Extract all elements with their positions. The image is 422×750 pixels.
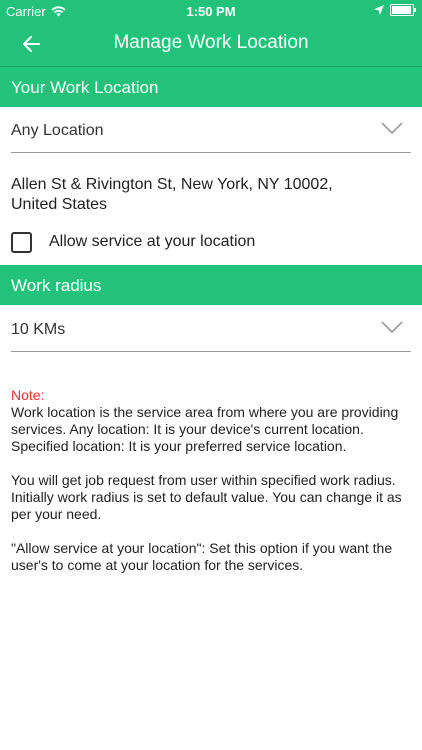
note-line: per your need. [11, 506, 102, 522]
note-line: user's to come at your location for the … [11, 557, 304, 573]
work-location-value: Any Location [11, 122, 104, 139]
work-radius-value: 10 KMs [11, 321, 66, 338]
allow-service-checkbox[interactable] [11, 231, 32, 253]
work-location-header: Your Work Location [0, 67, 422, 107]
status-right [374, 4, 416, 16]
work-location-header-label: Your Work Location [11, 78, 159, 97]
address-text: Allen St & Rivington St, New York, NY 10… [11, 175, 411, 215]
allow-service-option[interactable]: Allow service at your location [11, 230, 255, 254]
work-location-dropdown[interactable]: Any Location [11, 108, 411, 153]
note-line: Work location is the service area from w… [11, 404, 399, 420]
note-line: services. Any location: It is your devic… [11, 421, 364, 437]
status-time: 1:50 PM [186, 4, 236, 19]
nav-bar: Manage Work Location [0, 22, 422, 67]
address-line-1: Allen St & Rivington St, New York, NY 10… [11, 176, 333, 193]
work-radius-header-label: Work radius [11, 276, 102, 295]
note-line: Initially work radius is set to default … [11, 489, 402, 505]
chevron-down-icon [381, 321, 403, 334]
work-radius-header: Work radius [0, 265, 422, 305]
work-radius-dropdown[interactable]: 10 KMs [11, 307, 411, 352]
note-title: Note: [11, 387, 45, 403]
battery-icon [390, 4, 416, 16]
note-line: "Allow service at your location": Set th… [11, 540, 393, 556]
chevron-down-icon [381, 122, 403, 135]
note-line: Specified location: It is your preferred… [11, 438, 347, 454]
location-arrow-icon [374, 5, 384, 15]
page-title: Manage Work Location [113, 32, 309, 53]
allow-service-label: Allow service at your location [49, 233, 256, 250]
note-block: Note: Work location is the service area … [11, 387, 415, 574]
status-bar: Carrier 1:50 PM [0, 0, 422, 22]
note-line: You will get job request from user withi… [11, 472, 396, 488]
address-line-2: United States [11, 196, 108, 213]
battery-fill [392, 6, 411, 14]
